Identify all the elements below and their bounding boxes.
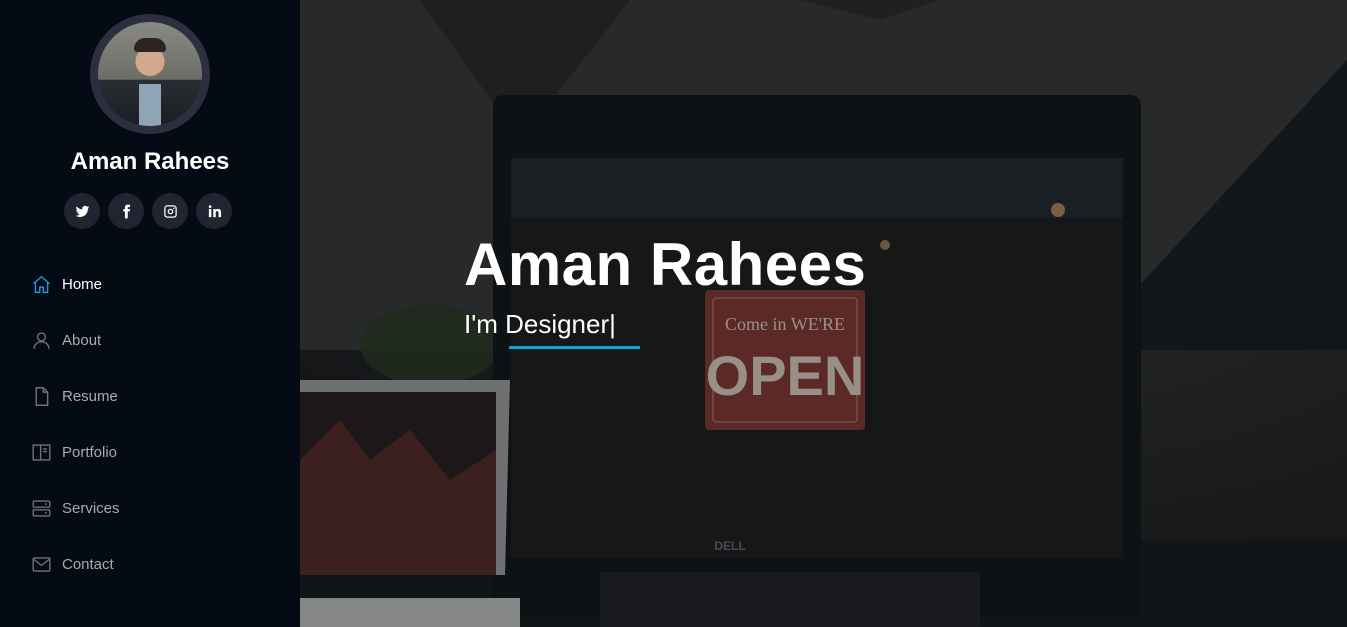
instagram-link[interactable]	[152, 193, 188, 229]
twitter-link[interactable]	[64, 193, 100, 229]
nav-item-about[interactable]: About	[0, 312, 300, 368]
main-nav: Home About Resume Portfolio Services Con…	[0, 256, 300, 592]
avatar	[90, 14, 210, 134]
linkedin-link[interactable]	[196, 193, 232, 229]
nav-item-label: Resume	[62, 387, 118, 405]
user-icon	[31, 330, 52, 351]
nav-item-home[interactable]: Home	[0, 256, 300, 312]
typed-text: Designer	[505, 309, 610, 339]
hero-subtitle: I'm Designer|	[464, 309, 616, 340]
profile-photo	[98, 22, 202, 126]
twitter-icon	[75, 205, 89, 217]
facebook-icon	[122, 204, 130, 218]
nav-item-label: About	[62, 331, 102, 349]
typed-cursor: |	[609, 309, 616, 339]
nav-item-services[interactable]: Services	[0, 480, 300, 536]
profile-name[interactable]: Aman Rahees	[0, 148, 300, 176]
nav-item-resume[interactable]: Resume	[0, 368, 300, 424]
nav-item-contact[interactable]: Contact	[0, 536, 300, 592]
nav-item-label: Contact	[62, 555, 114, 573]
hero-overlay	[300, 0, 1347, 627]
social-links	[64, 193, 232, 229]
hero-title: Aman Rahees	[464, 231, 867, 298]
instagram-icon	[163, 204, 177, 218]
envelope-icon	[31, 554, 52, 575]
hero-subtitle-prefix: I'm	[464, 309, 506, 339]
nav-item-label: Services	[62, 499, 120, 517]
file-icon	[31, 386, 52, 407]
nav-item-portfolio[interactable]: Portfolio	[0, 424, 300, 480]
sidebar: Aman Rahees Home About Resume Portfolio …	[0, 0, 300, 627]
facebook-link[interactable]	[108, 193, 144, 229]
typed-underline	[509, 346, 640, 349]
nav-item-label: Home	[62, 275, 103, 293]
linkedin-icon	[208, 204, 221, 217]
hero-section: Come in WE'RE OPEN DELL Aman Rahees I'm …	[300, 0, 1347, 627]
server-icon	[31, 498, 52, 519]
book-icon	[31, 442, 52, 463]
nav-item-label: Portfolio	[62, 443, 118, 461]
home-icon	[31, 274, 52, 295]
